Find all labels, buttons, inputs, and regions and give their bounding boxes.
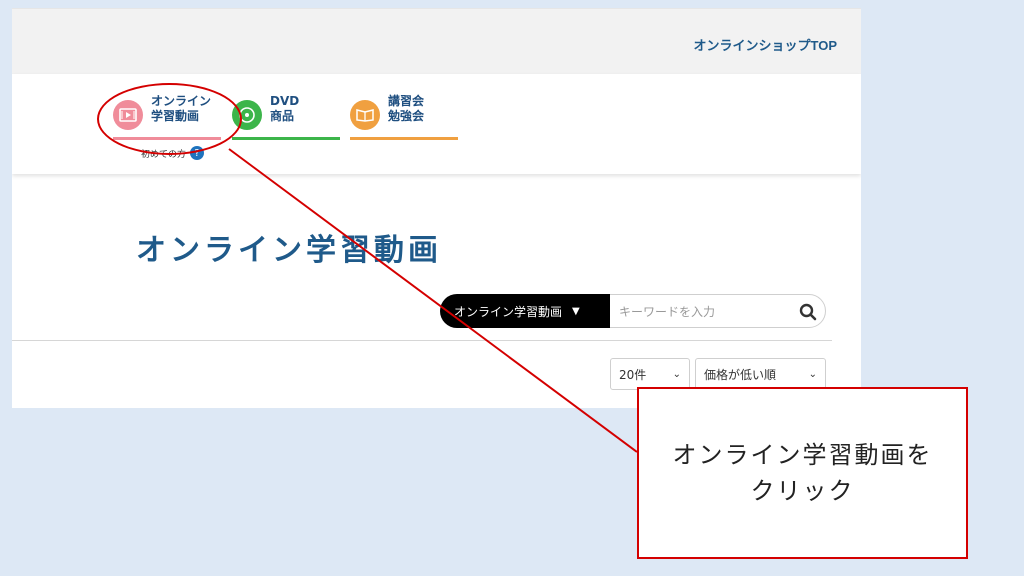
nav-label-line1: 講習会	[388, 94, 425, 108]
nav-label-line2: 勉強会	[388, 109, 425, 123]
chevron-down-icon: ⌄	[672, 368, 681, 380]
book-icon	[350, 100, 380, 130]
search-bar: オンライン学習動画 ▼	[440, 294, 826, 328]
callout-text: オンライン学習動画を クリック	[673, 437, 933, 509]
nav-underline	[232, 137, 340, 140]
website-screenshot: オンラインショップTOP オンライン 学習動画 DVD 商品 講習会 勉強会 初…	[12, 8, 861, 408]
search-category-select[interactable]: オンライン学習動画 ▼	[440, 294, 610, 328]
callout-line1: オンライン学習動画を	[672, 441, 933, 469]
nav-item-label: 講習会 勉強会	[388, 94, 424, 124]
highlight-ellipse	[97, 83, 242, 155]
page-title: オンライン学習動画	[136, 233, 442, 268]
nav-item-dvd[interactable]: DVD 商品	[232, 94, 340, 140]
caret-down-icon: ▼	[572, 305, 580, 317]
divider	[12, 340, 832, 341]
nav-label-line1: DVD	[270, 94, 300, 108]
per-page-value: 20件	[619, 367, 647, 382]
nav-label-line2: 商品	[270, 109, 295, 123]
nav-item-label: DVD 商品	[270, 94, 299, 124]
nav-item-seminar[interactable]: 講習会 勉強会	[350, 94, 458, 140]
callout-line2: クリック	[750, 477, 855, 505]
search-category-label: オンライン学習動画	[454, 304, 563, 319]
sort-select[interactable]: 価格が低い順 ⌄	[695, 358, 826, 390]
chevron-down-icon: ⌄	[808, 368, 817, 380]
top-bar: オンラインショップTOP	[12, 8, 861, 75]
search-icon[interactable]	[795, 299, 821, 325]
online-shop-top-link[interactable]: オンラインショップTOP	[694, 35, 838, 54]
sort-value: 価格が低い順	[704, 367, 777, 382]
nav-underline	[350, 137, 458, 140]
per-page-select[interactable]: 20件 ⌄	[610, 358, 690, 390]
instruction-callout: オンライン学習動画を クリック	[637, 387, 968, 559]
search-input[interactable]	[617, 300, 791, 324]
